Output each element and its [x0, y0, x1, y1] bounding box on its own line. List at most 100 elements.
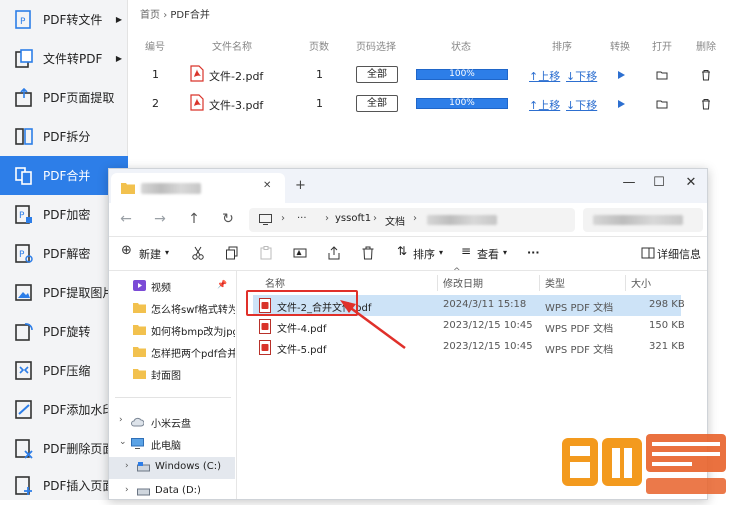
- delete-icon[interactable]: [361, 246, 375, 260]
- column-header-convert: 转换: [610, 42, 630, 53]
- chevron-down-icon[interactable]: ▾: [503, 248, 507, 257]
- navigation-pane: 视频 📌 怎么将swf格式转为mp 如何将bmp改为jpg格 怎样把两个pdf合…: [109, 271, 237, 499]
- file-row[interactable]: 文件-4.pdf 2023/12/15 10:45 WPS PDF 文档 150…: [253, 316, 685, 337]
- file-type: WPS PDF 文档: [545, 303, 614, 314]
- rename-icon[interactable]: [293, 246, 307, 260]
- paste-icon[interactable]: [259, 246, 273, 260]
- nav-item-folder[interactable]: 怎么将swf格式转为mp: [109, 297, 235, 319]
- view-icon[interactable]: ≡: [461, 244, 471, 258]
- pin-icon: 📌: [217, 280, 227, 289]
- more-options-button[interactable]: ···: [527, 246, 540, 259]
- file-size: 150 KB: [649, 320, 685, 331]
- folder-icon: [133, 325, 146, 335]
- crumb-separator: ›: [373, 213, 377, 224]
- sidebar-item-label: PDF删除页面: [43, 442, 115, 456]
- pdf-to-file-icon: P: [15, 9, 33, 30]
- close-tab-icon[interactable]: ✕: [263, 180, 271, 191]
- nav-item-this-pc[interactable]: ⌄ 此电脑: [109, 433, 235, 455]
- split-icon: [15, 127, 33, 147]
- cloud-icon: [131, 417, 144, 427]
- breadcrumb: 首页 › PDF合并: [140, 6, 210, 21]
- explorer-tab[interactable]: ✕: [111, 173, 285, 203]
- nav-item-folder[interactable]: 怎样把两个pdf合并成: [109, 341, 235, 363]
- sort-button[interactable]: 排序: [413, 246, 435, 262]
- page-extract-icon: [15, 87, 33, 108]
- sidebar-item-label: PDF旋转: [43, 325, 91, 339]
- chevron-down-icon[interactable]: ▾: [439, 248, 443, 257]
- sidebar-item-page-extract[interactable]: PDF页面提取: [0, 78, 128, 117]
- folder-open-icon[interactable]: [656, 69, 668, 81]
- folder-open-icon[interactable]: [656, 98, 668, 110]
- move-up-link[interactable]: ↑上移: [529, 97, 560, 113]
- maximize-button[interactable]: ☐: [649, 175, 669, 190]
- computer-icon: [131, 438, 144, 449]
- sort-icon[interactable]: ⇅: [397, 244, 407, 258]
- monitor-icon: [259, 214, 272, 225]
- refresh-icon[interactable]: ↻: [219, 211, 237, 227]
- chevron-right-icon[interactable]: ›: [119, 415, 123, 425]
- file-row[interactable]: 文件-5.pdf 2023/12/15 10:45 WPS PDF 文档 321…: [253, 337, 685, 358]
- chevron-down-icon[interactable]: ⌄: [119, 437, 127, 447]
- chevron-down-icon[interactable]: ▾: [165, 248, 169, 257]
- nav-item-drive-d[interactable]: › Data (D:): [109, 481, 235, 499]
- column-header-type[interactable]: 类型: [545, 275, 565, 290]
- close-window-button[interactable]: ✕: [681, 175, 701, 190]
- column-header-size[interactable]: 大小: [631, 275, 651, 290]
- move-up-link[interactable]: ↑上移: [529, 68, 560, 84]
- row-pages: 1: [316, 97, 323, 110]
- chevron-right-icon[interactable]: ›: [125, 485, 129, 495]
- play-icon[interactable]: [615, 98, 627, 110]
- crumb-yssoft1[interactable]: yssoft1: [335, 213, 371, 224]
- sidebar-item-pdf-to-file[interactable]: P PDF转文件 ▶: [0, 0, 128, 39]
- column-separator: [625, 275, 626, 291]
- copy-icon[interactable]: [225, 246, 239, 260]
- play-icon[interactable]: [615, 69, 627, 81]
- minimize-button[interactable]: —: [619, 175, 639, 190]
- folder-icon: [133, 303, 146, 313]
- trash-icon[interactable]: [700, 69, 712, 81]
- search-box[interactable]: [583, 208, 703, 232]
- trash-icon[interactable]: [700, 98, 712, 110]
- column-header-name[interactable]: 名称: [265, 275, 285, 290]
- crumb-documents[interactable]: 文档: [385, 213, 405, 228]
- up-arrow-icon[interactable]: ↑: [185, 211, 203, 227]
- chevron-right-icon[interactable]: ›: [125, 461, 129, 471]
- column-header-status: 状态: [451, 42, 471, 53]
- new-tab-button[interactable]: +: [295, 178, 306, 193]
- nav-item-drive-c[interactable]: › Windows (C:): [109, 457, 235, 479]
- move-down-link[interactable]: ↓下移: [566, 68, 597, 84]
- file-modified: 2023/12/15 10:45: [443, 341, 533, 352]
- details-button[interactable]: 详细信息: [657, 246, 701, 262]
- cut-icon[interactable]: [191, 246, 205, 260]
- nav-item-videos[interactable]: 视频 📌: [109, 275, 235, 297]
- address-bar[interactable]: › ··· › yssoft1 › 文档 ›: [249, 208, 575, 232]
- nav-item-folder[interactable]: 如何将bmp改为jpg格: [109, 319, 235, 341]
- add-icon[interactable]: ⊕: [121, 243, 132, 258]
- view-button[interactable]: 查看: [477, 246, 499, 262]
- details-pane-icon[interactable]: [641, 246, 655, 260]
- forward-arrow-icon[interactable]: →: [151, 211, 169, 227]
- sidebar-item-split[interactable]: PDF拆分: [0, 117, 128, 156]
- column-separator: [437, 275, 438, 291]
- crumb-ellipsis[interactable]: ···: [297, 213, 307, 224]
- nav-item-folder[interactable]: 封面图: [109, 363, 235, 385]
- move-down-link[interactable]: ↓下移: [566, 97, 597, 113]
- sidebar-item-file-to-pdf[interactable]: 文件转PDF ▶: [0, 39, 128, 78]
- nav-item-xiaomi-cloud[interactable]: › 小米云盘: [109, 411, 235, 433]
- column-header-modified[interactable]: 修改日期: [443, 275, 483, 290]
- new-button[interactable]: 新建: [139, 246, 161, 262]
- file-to-pdf-icon: [15, 48, 33, 69]
- pdf-file-icon: [259, 319, 271, 334]
- back-arrow-icon[interactable]: ←: [117, 211, 135, 227]
- svg-text:P: P: [19, 250, 25, 260]
- share-icon[interactable]: [327, 246, 341, 260]
- row-filename: 文件-3.pdf: [209, 99, 264, 112]
- pdf-file-icon: [190, 65, 204, 82]
- page-select-button[interactable]: 全部: [356, 66, 398, 83]
- page-select-button[interactable]: 全部: [356, 95, 398, 112]
- svg-text:P: P: [20, 17, 26, 27]
- svg-text:P: P: [19, 211, 25, 221]
- nav-item-label: 小米云盘: [151, 419, 191, 430]
- chevron-right-icon: ▶: [115, 54, 122, 63]
- breadcrumb-home[interactable]: 首页: [140, 10, 160, 21]
